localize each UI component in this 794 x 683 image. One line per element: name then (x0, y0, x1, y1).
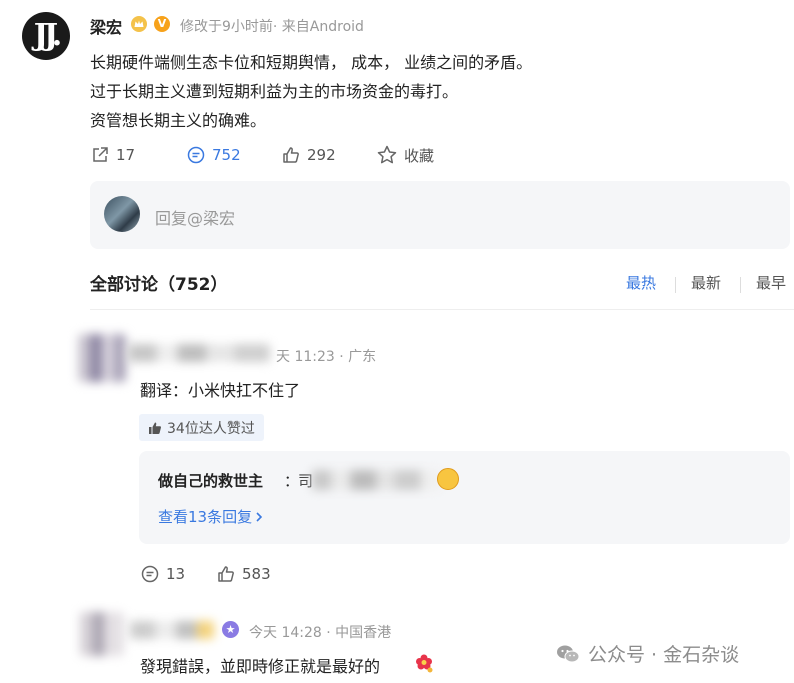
comment-button[interactable]: 752 (186, 144, 241, 166)
tab-sort-hot[interactable]: 最热 (626, 272, 656, 293)
commenter-avatar[interactable] (80, 612, 124, 656)
comment-icon (141, 565, 159, 583)
comment-text: 發現錯誤，並即時修正就是最好的 (140, 657, 381, 676)
thumbs-up-filled-icon (149, 422, 161, 434)
like-button[interactable]: 292 (281, 144, 336, 166)
star-icon (377, 145, 397, 164)
watermark-text: 公众号 · 金石杂谈 (588, 644, 740, 666)
comment-icon (187, 146, 205, 164)
favorite-button[interactable]: 收藏 (376, 144, 434, 166)
chevron-right-icon (256, 511, 263, 522)
sub-reply-text-redacted (312, 470, 440, 490)
share-count: 17 (116, 146, 136, 164)
post-meta: 修改于9小时前· 来自Android (180, 19, 364, 35)
verified-badge-icon: V (154, 16, 170, 32)
current-user-avatar (104, 196, 140, 232)
like-count: 292 (307, 146, 336, 164)
comment-count: 752 (212, 146, 241, 164)
post-text-line: 资管想长期主义的确难。 (90, 111, 267, 130)
sub-reply-colon: ： (284, 472, 300, 490)
commenter-name-redacted[interactable] (128, 344, 270, 362)
wechat-icon (557, 645, 580, 662)
comment-reply-button[interactable]: 13 (140, 563, 185, 585)
author-name[interactable]: 梁宏 (90, 14, 122, 38)
tab-sort-early[interactable]: 最早 (756, 272, 786, 293)
expert-likes-text: 34位达人赞过 (167, 420, 255, 437)
comment-like-button[interactable]: 583 (216, 563, 271, 585)
post-text-line: 过于长期主义遭到短期利益为主的市场资金的毒打。 (90, 82, 459, 101)
discussion-title: 全部讨论（752） (90, 275, 228, 295)
divider (90, 309, 794, 310)
post-text-line: 长期硬件端侧生态卡位和短期舆情， 成本， 业绩之间的矛盾。 (90, 53, 533, 72)
tab-divider (675, 277, 676, 293)
emoji-icon (437, 468, 459, 490)
comment-reply-count: 13 (166, 565, 186, 583)
thumbs-up-icon (283, 147, 299, 163)
expert-likes-tag[interactable]: 34位达人赞过 (139, 414, 264, 441)
member-badge-icon: ★ (222, 621, 239, 638)
favorite-label: 收藏 (404, 146, 435, 165)
view-replies-label: 查看13条回复 (158, 508, 253, 526)
crown-badge-icon (131, 16, 147, 32)
wechat-watermark: 公众号 · 金石杂谈 (556, 640, 739, 667)
sub-reply-text-start: 司 (298, 472, 314, 490)
thumbs-up-icon (218, 566, 234, 582)
reply-placeholder[interactable]: 回复@梁宏 (155, 205, 235, 229)
sub-reply-panel (139, 451, 790, 544)
author-avatar-logo: JJ. (33, 18, 63, 53)
flower-emoji-icon (413, 652, 435, 674)
commenter-avatar[interactable] (78, 334, 126, 382)
sub-reply-author[interactable]: 做自己的救世主 (158, 470, 263, 491)
tab-divider (740, 277, 741, 293)
commenter-name-redacted[interactable] (130, 621, 214, 639)
view-replies-link[interactable]: 查看13条回复 (158, 506, 266, 527)
tab-sort-new[interactable]: 最新 (691, 272, 721, 293)
comment-text: 翻译：小米快扛不住了 (140, 381, 301, 400)
comment-meta: 天 11:23 · 广东 (276, 349, 377, 365)
share-icon (93, 147, 108, 162)
comment-like-count: 583 (242, 565, 271, 583)
comment-meta: 今天 14:28 · 中国香港 (249, 625, 392, 641)
author-avatar[interactable]: JJ. (22, 12, 70, 60)
share-button[interactable]: 17 (90, 144, 135, 166)
